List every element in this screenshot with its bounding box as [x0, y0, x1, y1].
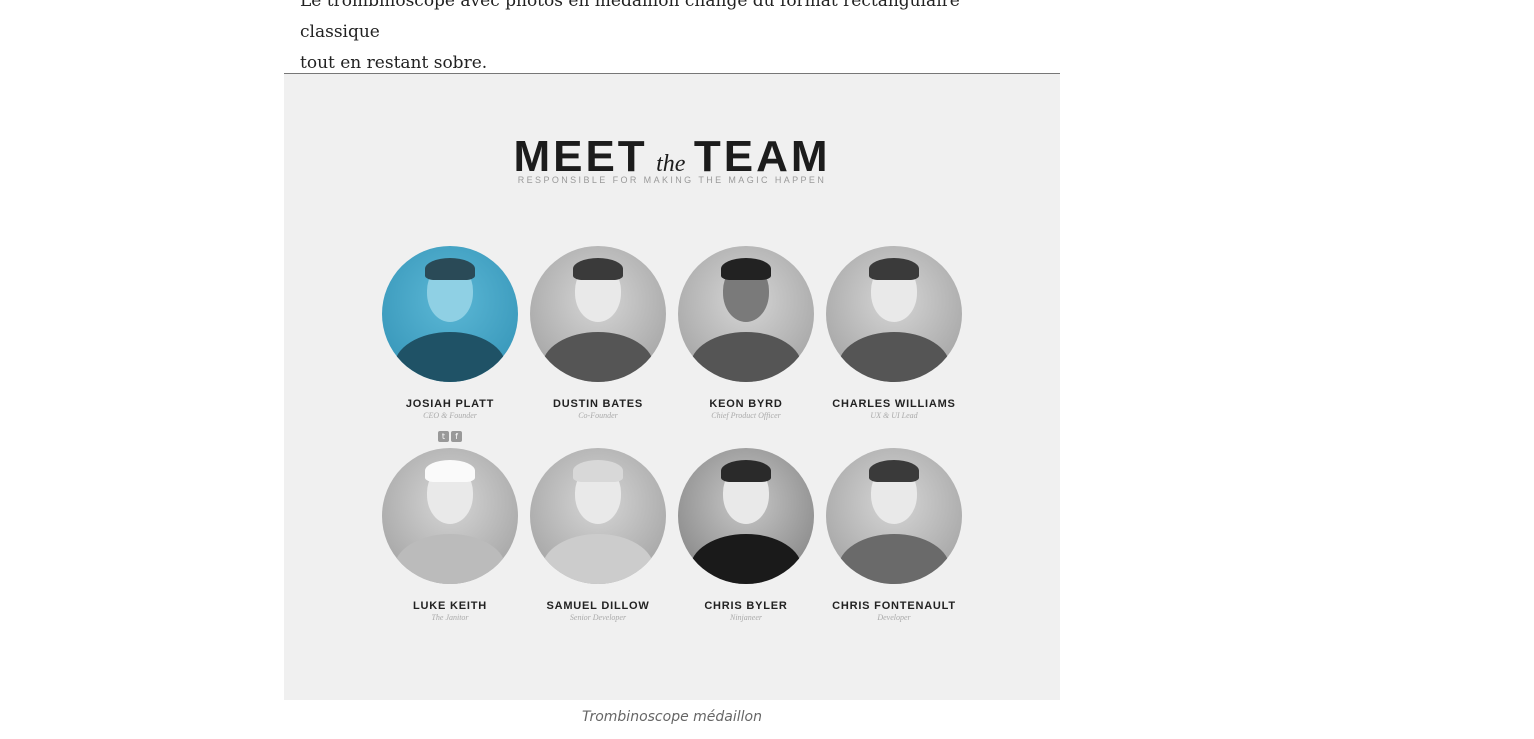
member-socials: tf [360, 424, 540, 443]
team-member-card: CHRIS FONTENAULT Developer [804, 448, 984, 622]
article-intro: Le trombinoscope avec photos en médaillo… [300, 0, 1040, 79]
member-photo [530, 448, 666, 584]
team-figure-image: MEET the TEAM RESPONSIBLE FOR MAKING THE… [284, 74, 1060, 700]
figure-caption: Trombinoscope médaillon [582, 709, 762, 725]
member-photo [678, 246, 814, 382]
member-photo [530, 246, 666, 382]
intro-line-1: Le trombinoscope avec photos en médaillo… [300, 0, 960, 42]
heading-tagline: RESPONSIBLE FOR MAKING THE MAGIC HAPPEN [517, 175, 827, 185]
member-photo [382, 246, 518, 382]
twitter-icon[interactable]: t [438, 431, 449, 442]
heading-team: TEAM [693, 132, 831, 181]
team-member-card: CHARLES WILLIAMS UX & UI Lead [804, 246, 984, 420]
member-photo [826, 448, 962, 584]
heading-meet: MEET [513, 132, 648, 181]
heading-the: the [656, 151, 686, 177]
facebook-icon[interactable]: f [451, 431, 462, 442]
member-photo [826, 246, 962, 382]
member-name: CHARLES WILLIAMS [832, 398, 956, 410]
member-photo [382, 448, 518, 584]
member-photo [678, 448, 814, 584]
member-role: UX & UI Lead [870, 411, 918, 420]
member-name: CHRIS FONTENAULT [832, 600, 956, 612]
member-role: Developer [877, 613, 911, 622]
